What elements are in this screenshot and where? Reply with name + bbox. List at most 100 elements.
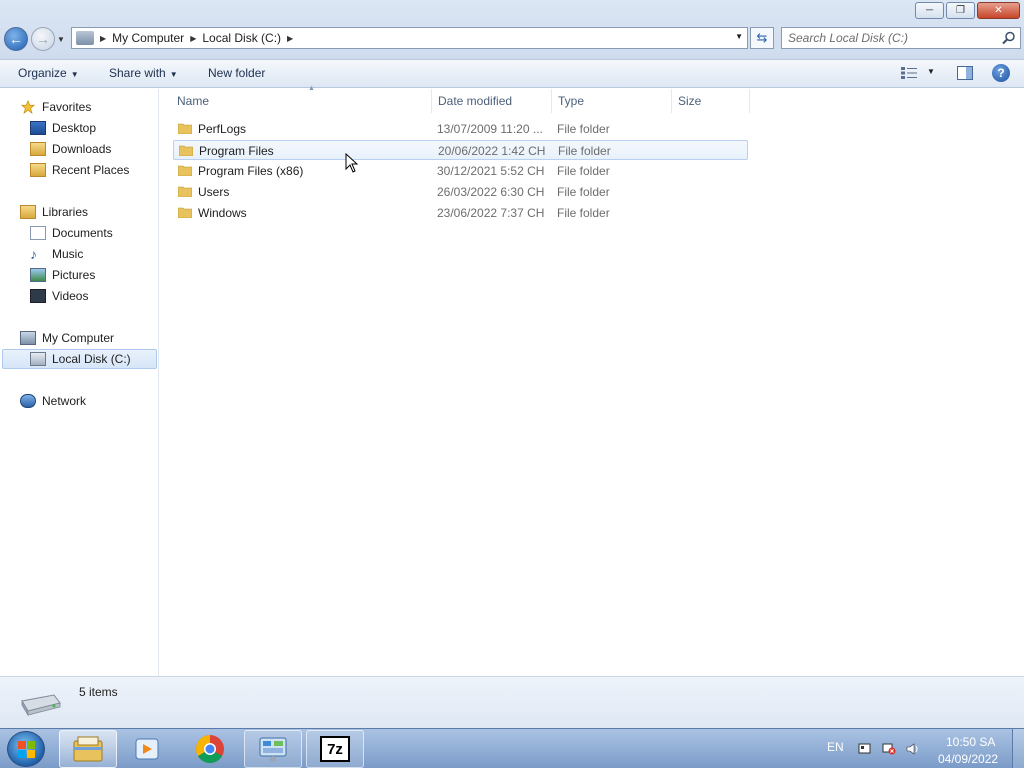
nav-downloads[interactable]: Downloads (30, 139, 111, 159)
forward-arrow-icon: → (36, 31, 50, 47)
help-icon: ? (997, 66, 1005, 80)
taskbar-explorer[interactable] (59, 730, 117, 768)
item-count: 5 items (79, 685, 118, 699)
documents-icon (30, 226, 46, 240)
minimize-button[interactable]: ─ (915, 2, 944, 19)
file-type: File folder (557, 164, 610, 178)
show-desktop-button[interactable] (1012, 729, 1024, 768)
column-header-size[interactable]: Size (672, 89, 750, 113)
refresh-icon: ⇆ (756, 30, 768, 45)
command-bar: Organize ▼ Share with ▼ New folder ▼ ? (0, 60, 1024, 88)
file-name: Windows (198, 206, 247, 220)
preview-pane-button[interactable] (957, 66, 973, 80)
taskbar-media-player[interactable] (118, 730, 176, 768)
file-date: 30/12/2021 5:52 CH (437, 164, 545, 178)
nav-my-computer[interactable]: My Computer (20, 328, 114, 348)
nav-local-disk[interactable]: Local Disk (C:) (2, 349, 157, 369)
views-dropdown-icon[interactable]: ▼ (927, 67, 935, 76)
forward-button[interactable]: → (31, 27, 55, 51)
file-name: PerfLogs (198, 122, 247, 136)
nav-videos[interactable]: Videos (30, 286, 88, 306)
clock-date[interactable]: 04/09/2022 (938, 752, 998, 766)
volume-icon[interactable] (906, 743, 920, 755)
file-row[interactable]: Program Files (x86) 30/12/2021 5:52 CH F… (173, 161, 748, 181)
address-bar[interactable]: ▶ My Computer ▶ Local Disk (C:) ▶ ▼ (71, 27, 748, 49)
taskbar-chrome[interactable] (181, 730, 239, 768)
nav-network[interactable]: Network (20, 391, 86, 411)
file-list: Name ▲ Date modified Type Size PerfLogs … (160, 85, 1024, 676)
breadcrumb-local-disk[interactable]: Local Disk (C:) (202, 31, 281, 45)
close-button[interactable]: ✕ (977, 2, 1020, 19)
search-icon[interactable] (1002, 31, 1016, 45)
file-row[interactable]: Program Files 20/06/2022 1:42 CH File fo… (173, 140, 748, 160)
breadcrumb-my-computer[interactable]: My Computer (112, 31, 184, 45)
action-center-icon[interactable] (858, 743, 872, 755)
column-header-date-modified[interactable]: Date modified (432, 89, 552, 113)
breadcrumb-chevron-icon[interactable]: ▶ (100, 34, 106, 43)
file-type: File folder (557, 185, 610, 199)
file-type: File folder (557, 206, 610, 220)
videos-icon (30, 289, 46, 303)
desktop-icon (30, 121, 46, 135)
chrome-icon (196, 735, 224, 763)
nav-documents[interactable]: Documents (30, 223, 113, 243)
local-disk-icon (21, 694, 61, 717)
downloads-folder-icon (30, 142, 46, 156)
share-with-button[interactable]: Share with ▼ (109, 66, 178, 80)
breadcrumb-chevron-icon[interactable]: ▶ (287, 34, 293, 43)
taskbar-7zip[interactable]: 7z (306, 730, 364, 768)
nav-pictures[interactable]: Pictures (30, 265, 95, 285)
nav-recent-places[interactable]: Recent Places (30, 160, 129, 180)
column-header-type[interactable]: Type (552, 89, 672, 113)
mouse-cursor-icon (345, 153, 359, 173)
back-arrow-icon: ← (9, 31, 23, 47)
file-date: 13/07/2009 11:20 ... (437, 122, 543, 136)
dropdown-arrow-icon: ▼ (70, 70, 79, 79)
control-panel-icon (259, 737, 287, 762)
clock-time[interactable]: 10:50 SA (946, 735, 995, 749)
input-language-indicator[interactable]: EN (827, 740, 844, 754)
help-button[interactable]: ? (992, 64, 1010, 82)
search-input[interactable] (788, 31, 998, 45)
taskbar-control-panel[interactable] (244, 730, 302, 768)
refresh-button[interactable]: ⇆ (750, 27, 774, 49)
taskbar: 7z EN 10:50 SA 04/09/2022 (0, 728, 1024, 768)
back-button[interactable]: ← (4, 27, 28, 51)
nav-favorites[interactable]: Favorites (20, 97, 91, 117)
dropdown-arrow-icon: ▼ (169, 70, 178, 79)
folder-icon (178, 207, 192, 218)
folder-icon (179, 145, 193, 156)
organize-button[interactable]: Organize ▼ (18, 66, 79, 80)
libraries-icon (20, 205, 36, 219)
nav-desktop[interactable]: Desktop (30, 118, 96, 138)
folder-icon (178, 123, 192, 134)
start-button[interactable] (7, 731, 45, 767)
recent-pages-dropdown[interactable]: ▼ (57, 35, 65, 44)
nav-music[interactable]: ♪ Music (30, 244, 83, 264)
title-bar: ─ ❐ ✕ ← → ▼ ▶ My Computer ▶ Local Disk (… (0, 0, 1024, 60)
new-folder-button[interactable]: New folder (208, 66, 265, 80)
file-name: Users (198, 185, 230, 199)
search-box[interactable] (781, 27, 1021, 49)
file-name: Program Files (x86) (198, 164, 304, 178)
breadcrumb-chevron-icon[interactable]: ▶ (190, 34, 196, 43)
pictures-icon (30, 268, 46, 282)
maximize-button[interactable]: ❐ (946, 2, 975, 19)
network-disconnected-icon[interactable] (882, 743, 896, 755)
nav-libraries[interactable]: Libraries (20, 202, 88, 222)
music-note-icon: ♪ (30, 246, 37, 262)
file-date: 20/06/2022 1:42 CH (438, 144, 546, 158)
address-dropdown-icon[interactable]: ▼ (735, 32, 743, 41)
media-player-icon (135, 738, 159, 760)
navigation-pane: Favorites Desktop Downloads Recent Place… (0, 89, 159, 676)
change-view-icon[interactable] (901, 67, 917, 79)
file-row[interactable]: PerfLogs 13/07/2009 11:20 ... File folde… (173, 119, 748, 139)
sort-ascending-icon: ▲ (308, 85, 315, 92)
column-header-name[interactable]: Name ▲ (171, 85, 432, 113)
7zip-icon: 7z (320, 736, 350, 762)
file-row[interactable]: Users 26/03/2022 6:30 CH File folder (173, 182, 748, 202)
network-icon (20, 394, 36, 408)
window-controls: ─ ❐ ✕ (915, 2, 1020, 19)
file-type: File folder (557, 122, 610, 136)
file-row[interactable]: Windows 23/06/2022 7:37 CH File folder (173, 203, 748, 223)
